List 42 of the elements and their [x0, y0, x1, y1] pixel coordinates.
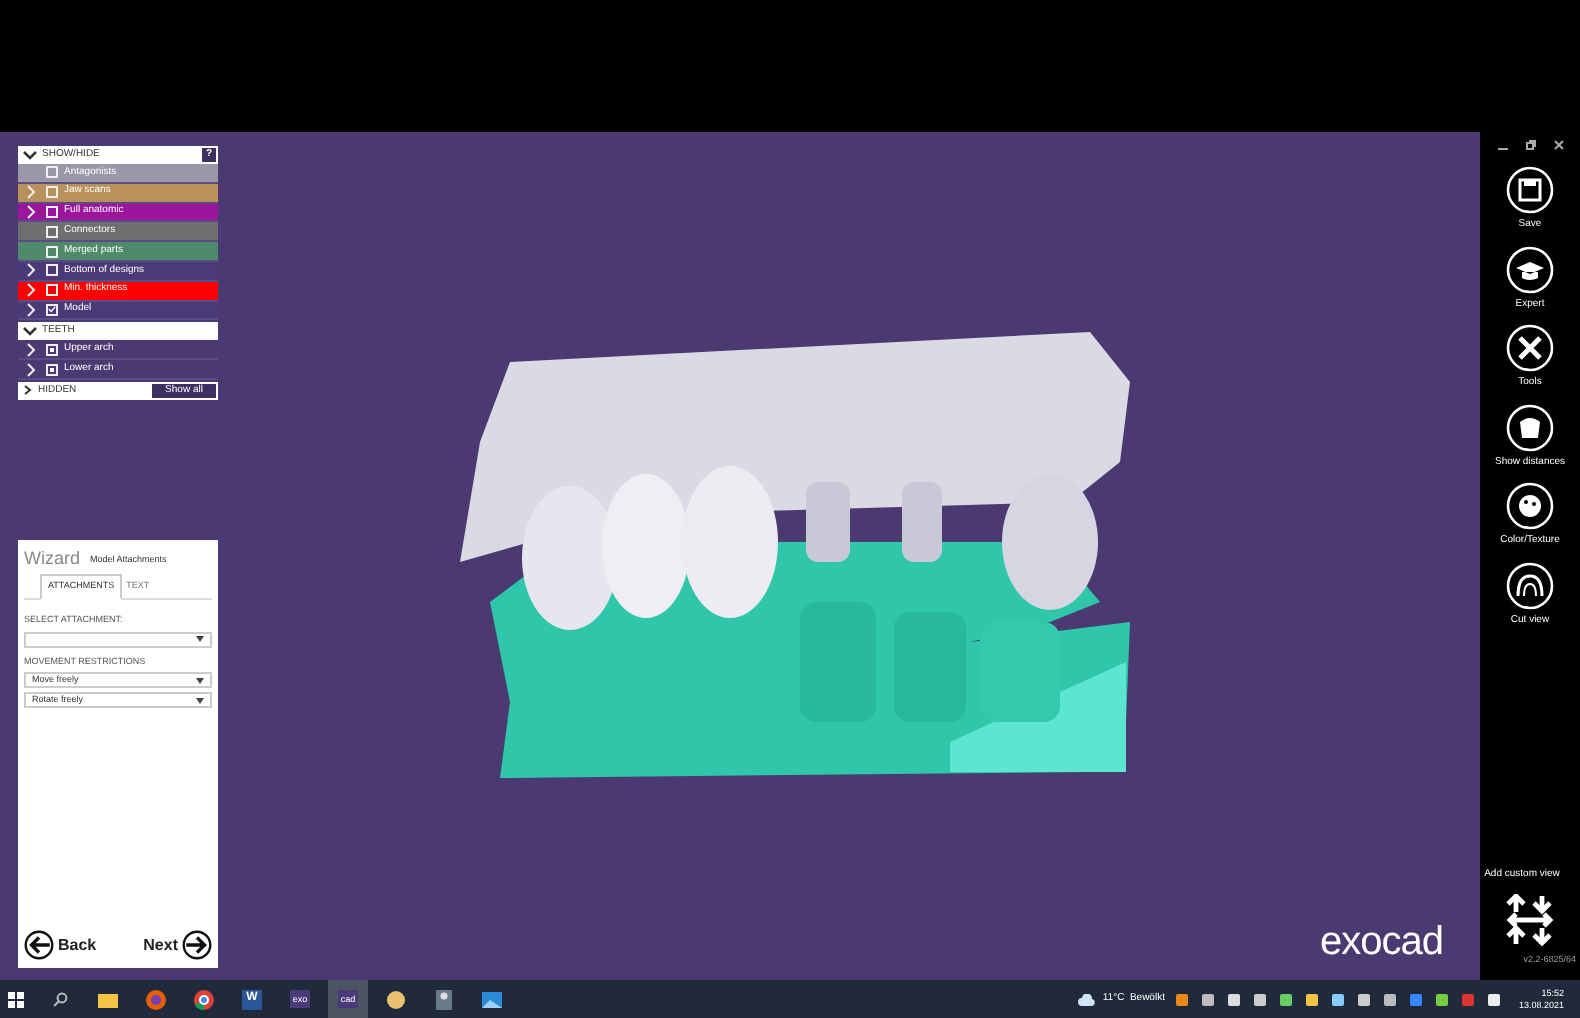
checkbox[interactable]: [46, 225, 58, 238]
wizard-title: Wizard: [24, 550, 81, 568]
chevron-right-icon[interactable]: [24, 301, 40, 318]
arrow-right-icon: [182, 930, 212, 960]
tooth-icon: [1506, 403, 1554, 451]
checkbox[interactable]: [46, 284, 58, 297]
chevron-down-icon[interactable]: [22, 147, 38, 163]
checkbox[interactable]: [46, 205, 58, 218]
checkbox[interactable]: [46, 343, 58, 356]
close-icon[interactable]: [1553, 140, 1563, 150]
checkbox[interactable]: [46, 186, 58, 199]
chevron-right-icon[interactable]: [24, 262, 40, 279]
search-icon[interactable]: [52, 991, 68, 1007]
chrome-icon: [192, 987, 216, 1011]
graduation-cap-icon: [1506, 245, 1554, 293]
chevron-down-icon[interactable]: [22, 323, 38, 340]
next-button[interactable]: Next: [143, 930, 212, 960]
cloud-icon: [1078, 993, 1097, 1005]
person-app-icon: [432, 987, 456, 1011]
caret-icon: [196, 697, 204, 704]
windows-start-icon[interactable]: [8, 991, 24, 1007]
floppy-disk-icon: [1506, 166, 1554, 214]
firefox-icon: [144, 987, 168, 1011]
caret-icon: [196, 677, 204, 684]
checkbox[interactable]: [46, 264, 58, 277]
chevron-right-icon[interactable]: [24, 203, 40, 220]
checkbox[interactable]: [46, 303, 58, 316]
picture-app-icon: [480, 987, 504, 1011]
chevron-right-icon[interactable]: [24, 361, 40, 378]
arrow-left-icon: [24, 930, 54, 960]
checkbox[interactable]: [46, 166, 58, 179]
view-arrows-icon[interactable]: [1504, 894, 1556, 947]
chevron-right-icon[interactable]: [24, 341, 40, 358]
back-button[interactable]: Back: [24, 930, 97, 960]
arch-icon: [1506, 561, 1554, 609]
chevron-right-icon[interactable]: [22, 384, 34, 397]
restore-icon[interactable]: [1525, 140, 1535, 150]
logo-text: exocad: [1320, 922, 1443, 962]
round-app-icon: [384, 987, 408, 1011]
checkbox[interactable]: [46, 363, 58, 376]
checkbox[interactable]: [46, 245, 58, 258]
caret-icon: [196, 636, 204, 642]
